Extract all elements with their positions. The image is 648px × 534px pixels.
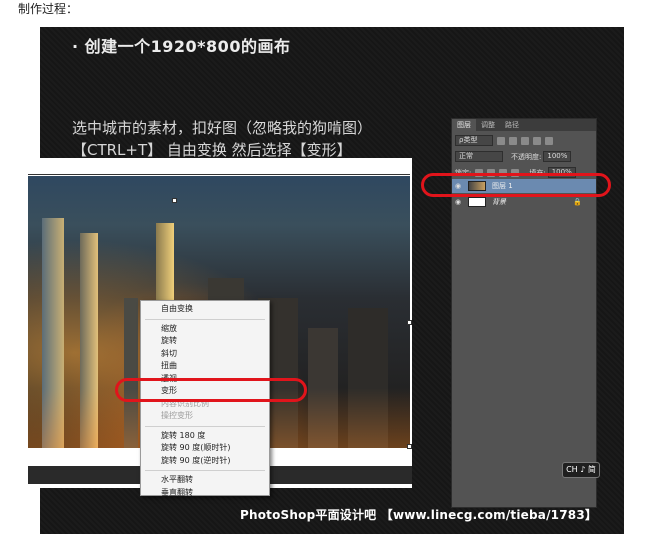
menu-separator <box>145 318 265 320</box>
ime-indicator: CH ♪ 简 <box>562 462 600 478</box>
tab-paths[interactable]: 路径 <box>500 119 524 131</box>
layer-thumbnail <box>468 197 486 207</box>
transform-handle[interactable] <box>407 320 412 325</box>
lock-icon: 🔒 <box>573 198 582 206</box>
menu-item-puppet-warp: 操控变形 <box>161 411 193 420</box>
menu-separator <box>145 470 265 471</box>
page-caption: 制作过程： <box>18 2 79 16</box>
menu-item-rotate-180[interactable]: 旋转 180 度 <box>141 430 269 443</box>
panel-tabs: 图层 调整 路径 <box>452 119 596 131</box>
menu-item-flip-horizontal[interactable]: 水平翻转 <box>141 474 269 487</box>
layer-filter-select[interactable]: ρ类型 <box>455 135 493 146</box>
shape-filter-icon[interactable] <box>533 136 541 145</box>
eye-icon[interactable]: ◉ <box>452 198 464 206</box>
tab-adjustments[interactable]: 调整 <box>476 119 500 131</box>
menu-item-distort[interactable]: 扭曲 <box>141 360 269 373</box>
instruction-line-2: 【CTRL+T】 自由变换 然后选择【变形】 <box>72 141 352 159</box>
menu-item-rotate-90-ccw[interactable]: 旋转 90 度(逆时针) <box>141 455 269 468</box>
tab-layers[interactable]: 图层 <box>452 119 476 131</box>
layer-name: 背景 <box>492 198 506 206</box>
opacity-label: 不透明度: <box>511 152 542 161</box>
transform-bounding-line <box>28 174 410 175</box>
menu-item-scale[interactable]: 缩放 <box>141 323 269 336</box>
menu-item-free-transform[interactable]: 自由变换 <box>141 303 269 316</box>
blend-mode-select[interactable]: 正常 <box>455 151 503 162</box>
instruction-line-1: 选中城市的素材，扣好图（忽略我的狗啃图） <box>72 119 373 137</box>
watermark: PhotoShop平面设计吧 【www.linecg.com/tieba/178… <box>240 508 598 522</box>
type-filter-icon[interactable] <box>521 136 529 145</box>
pixel-filter-icon[interactable] <box>497 136 505 145</box>
transform-handle[interactable] <box>172 198 177 203</box>
layer-row-background[interactable]: ◉ 背景 🔒 <box>452 195 596 209</box>
menu-item-flip-vertical[interactable]: 垂直翻转 <box>141 487 269 500</box>
menu-item-rotate[interactable]: 旋转 <box>141 335 269 348</box>
step-heading: · 创建一个1920*800的画布 <box>72 37 291 56</box>
menu-item-skew[interactable]: 斜切 <box>141 348 269 361</box>
highlight-oval-layer <box>421 173 611 197</box>
menu-item-rotate-90-cw[interactable]: 旋转 90 度(顺时针) <box>141 442 269 455</box>
highlight-oval-warp <box>115 378 307 402</box>
blend-row: 正常 不透明度: 100% <box>455 150 593 163</box>
filter-row: ρ类型 <box>455 134 593 147</box>
transform-handle[interactable] <box>407 444 412 449</box>
smart-filter-icon[interactable] <box>545 136 553 145</box>
adjustment-filter-icon[interactable] <box>509 136 517 145</box>
opacity-input[interactable]: 100% <box>543 151 572 162</box>
menu-separator <box>145 425 265 427</box>
